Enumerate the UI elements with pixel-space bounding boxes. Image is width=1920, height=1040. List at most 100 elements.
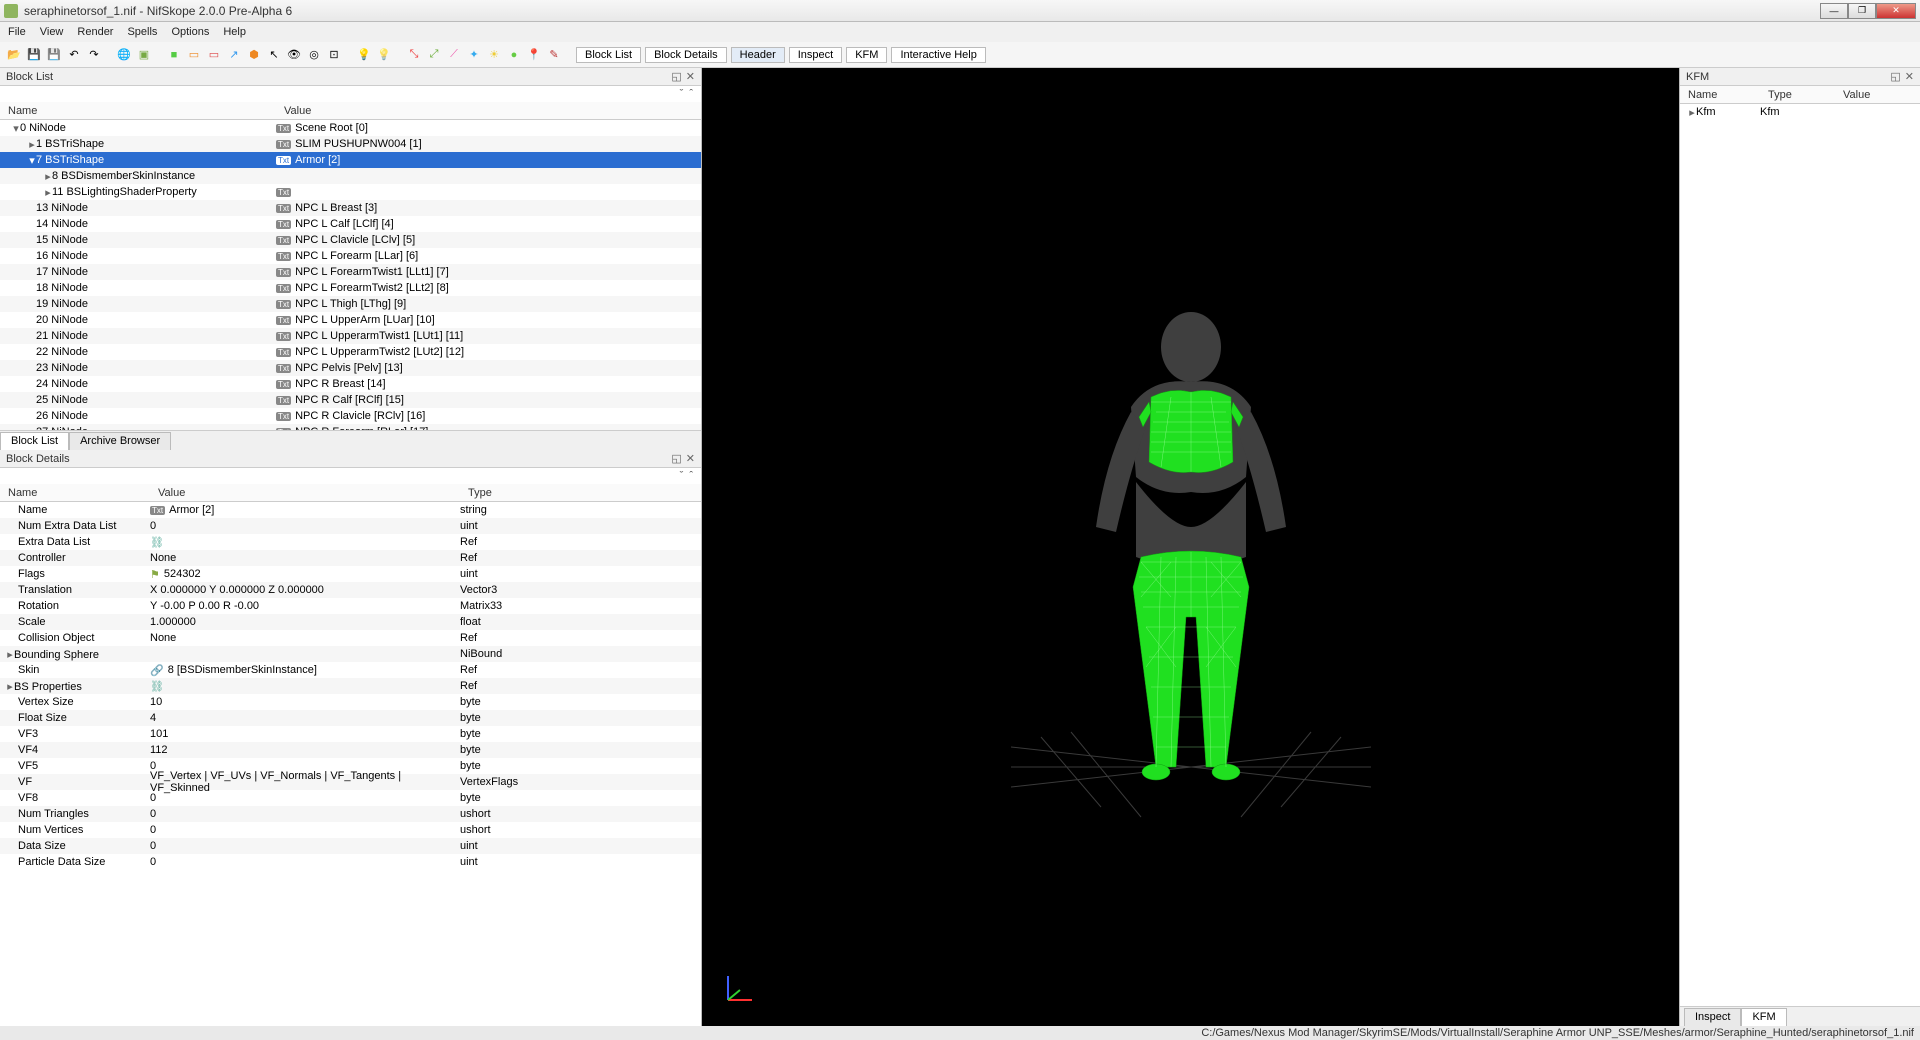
detail-row[interactable]: VF3 101byte <box>0 726 701 742</box>
chevron-right-icon[interactable]: ▸ <box>1688 106 1696 119</box>
collapse-details-icon[interactable]: ˇ <box>680 470 684 482</box>
tree-row[interactable]: 24 NiNodeTxtNPC R Breast [14] <box>0 376 701 392</box>
detail-row[interactable]: Controller NoneRef <box>0 550 701 566</box>
menu-view[interactable]: View <box>40 26 64 38</box>
detail-row[interactable]: Num Triangles 0ushort <box>0 806 701 822</box>
tree-row[interactable]: 26 NiNodeTxtNPC R Clavicle [RClv] [16] <box>0 408 701 424</box>
detail-row[interactable]: Particle Data Size 0uint <box>0 854 701 870</box>
detail-row[interactable]: Collision Object NoneRef <box>0 630 701 646</box>
detail-row[interactable]: Rotation Y -0.00 P 0.00 R -0.00Matrix33 <box>0 598 701 614</box>
tree-row[interactable]: 13 NiNodeTxtNPC L Breast [3] <box>0 200 701 216</box>
detail-row[interactable]: ▸Bounding Sphere NiBound <box>0 646 701 662</box>
detail-row[interactable]: VF VF_Vertex | VF_UVs | VF_Normals | VF_… <box>0 774 701 790</box>
menu-file[interactable]: File <box>8 26 26 38</box>
panel-blockdetails-button[interactable]: Block Details <box>645 47 727 63</box>
tab-blocklist[interactable]: Block List <box>0 432 69 450</box>
close-kfm-icon[interactable]: ✕ <box>1905 70 1914 83</box>
kfm-col-value[interactable]: Value <box>1835 89 1870 101</box>
undock-details-icon[interactable]: ◱ <box>671 452 681 465</box>
detail-row[interactable]: Num Extra Data List 0uint <box>0 518 701 534</box>
tree-row[interactable]: 21 NiNodeTxtNPC L UpperarmTwist1 [LUt1] … <box>0 328 701 344</box>
blocklist-tree[interactable]: ▾0 NiNodeTxtScene Root [0]▸1 BSTriShapeT… <box>0 120 701 430</box>
close-button[interactable]: ✕ <box>1876 3 1916 19</box>
axis4-icon[interactable]: ✦ <box>466 47 482 63</box>
col-name[interactable]: Name <box>0 105 276 117</box>
col-value2[interactable]: Value <box>150 487 460 499</box>
saveas-icon[interactable]: 💾 <box>46 47 62 63</box>
panel-blocklist-button[interactable]: Block List <box>576 47 641 63</box>
undock-kfm-icon[interactable]: ◱ <box>1890 70 1900 83</box>
cube-icon[interactable]: ⬢ <box>246 47 262 63</box>
detail-row[interactable]: NameTxt Armor [2]string <box>0 502 701 518</box>
eye-icon[interactable]: 👁 <box>286 47 302 63</box>
detail-row[interactable]: Flags⚑ 524302uint <box>0 566 701 582</box>
kfm-tree[interactable]: ▸Kfm Kfm <box>1680 104 1920 1006</box>
tree-row[interactable]: 18 NiNodeTxtNPC L ForearmTwist2 [LLt2] [… <box>0 280 701 296</box>
tree-row[interactable]: 23 NiNodeTxtNPC Pelvis [Pelv] [13] <box>0 360 701 376</box>
detail-row[interactable]: Translation X 0.000000 Y 0.000000 Z 0.00… <box>0 582 701 598</box>
pin-icon[interactable]: 📍 <box>526 47 542 63</box>
details-list[interactable]: NameTxt Armor [2]stringNum Extra Data Li… <box>0 502 701 1026</box>
axis2-icon[interactable]: ⤢ <box>426 47 442 63</box>
col-value[interactable]: Value <box>276 105 311 117</box>
app-icon2[interactable]: ▣ <box>136 47 152 63</box>
tree-row[interactable]: ▾0 NiNodeTxtScene Root [0] <box>0 120 701 136</box>
tree-row[interactable]: ▸8 BSDismemberSkinInstance <box>0 168 701 184</box>
undo-icon[interactable]: ↶ <box>66 47 82 63</box>
open-icon[interactable]: 📂 <box>6 47 22 63</box>
red-box-icon[interactable]: ▭ <box>206 47 222 63</box>
axis1-icon[interactable]: ⤡ <box>406 47 422 63</box>
tab-archive[interactable]: Archive Browser <box>69 432 171 450</box>
detail-row[interactable]: Scale 1.000000float <box>0 614 701 630</box>
col-name2[interactable]: Name <box>0 487 150 499</box>
menu-help[interactable]: Help <box>223 26 246 38</box>
axis3-icon[interactable]: ⟋ <box>446 47 462 63</box>
tree-row[interactable]: 14 NiNodeTxtNPC L Calf [LClf] [4] <box>0 216 701 232</box>
detail-row[interactable]: VF4 112byte <box>0 742 701 758</box>
col-type[interactable]: Type <box>460 487 492 499</box>
tree-row[interactable]: 20 NiNodeTxtNPC L UpperArm [LUar] [10] <box>0 312 701 328</box>
tree-row[interactable]: 17 NiNodeTxtNPC L ForearmTwist1 [LLt1] [… <box>0 264 701 280</box>
redo-icon[interactable]: ↷ <box>86 47 102 63</box>
paint-icon[interactable]: ✎ <box>546 47 562 63</box>
menu-options[interactable]: Options <box>171 26 209 38</box>
tab-kfm[interactable]: KFM <box>1741 1008 1786 1026</box>
detail-row[interactable]: Data Size 0uint <box>0 838 701 854</box>
bounds-icon[interactable]: ⊡ <box>326 47 342 63</box>
panel-kfm-button[interactable]: KFM <box>846 47 887 63</box>
sun-icon[interactable]: ☀ <box>486 47 502 63</box>
kfm-col-type[interactable]: Type <box>1760 89 1835 101</box>
undock-icon[interactable]: ◱ <box>671 70 681 83</box>
detail-row[interactable]: ▸BS Properties⛓ Ref <box>0 678 701 694</box>
maximize-button[interactable]: ❐ <box>1848 3 1876 19</box>
tree-row[interactable]: ▸11 BSLightingShaderPropertyTxt <box>0 184 701 200</box>
menu-spells[interactable]: Spells <box>127 26 157 38</box>
bulb-icon[interactable]: 💡 <box>356 47 372 63</box>
close-details-icon[interactable]: ✕ <box>686 452 695 465</box>
collapse-all-icon[interactable]: ˇ <box>680 88 684 100</box>
tree-row[interactable]: 16 NiNodeTxtNPC L Forearm [LLar] [6] <box>0 248 701 264</box>
close-panel-icon[interactable]: ✕ <box>686 70 695 83</box>
tree-row[interactable]: 15 NiNodeTxtNPC L Clavicle [LClv] [5] <box>0 232 701 248</box>
tree-row[interactable]: ▾7 BSTriShapeTxtArmor [2] <box>0 152 701 168</box>
expand-all-icon[interactable]: ˆ <box>689 88 693 100</box>
pointer-icon[interactable]: ↖ <box>266 47 282 63</box>
expand-details-icon[interactable]: ˆ <box>689 470 693 482</box>
detail-row[interactable]: Num Vertices 0ushort <box>0 822 701 838</box>
blue-arrow-icon[interactable]: ↗ <box>226 47 242 63</box>
kfm-row[interactable]: ▸Kfm Kfm <box>1680 104 1920 120</box>
viewport-3d[interactable] <box>702 68 1679 1026</box>
bulb2-icon[interactable]: 💡 <box>376 47 392 63</box>
tree-row[interactable]: 25 NiNodeTxtNPC R Calf [RClf] [15] <box>0 392 701 408</box>
kfm-col-name[interactable]: Name <box>1680 89 1760 101</box>
circle-icon[interactable]: ● <box>506 47 522 63</box>
detail-row[interactable]: Vertex Size 10byte <box>0 694 701 710</box>
tab-inspect[interactable]: Inspect <box>1684 1008 1741 1026</box>
save-icon[interactable]: 💾 <box>26 47 42 63</box>
tree-row[interactable]: 19 NiNodeTxtNPC L Thigh [LThg] [9] <box>0 296 701 312</box>
tree-row[interactable]: ▸1 BSTriShapeTxtSLIM PUSHUPNW004 [1] <box>0 136 701 152</box>
panel-help-button[interactable]: Interactive Help <box>891 47 985 63</box>
world-icon[interactable]: 🌐 <box>116 47 132 63</box>
tree-row[interactable]: 22 NiNodeTxtNPC L UpperarmTwist2 [LUt2] … <box>0 344 701 360</box>
green-box-icon[interactable]: ■ <box>166 47 182 63</box>
